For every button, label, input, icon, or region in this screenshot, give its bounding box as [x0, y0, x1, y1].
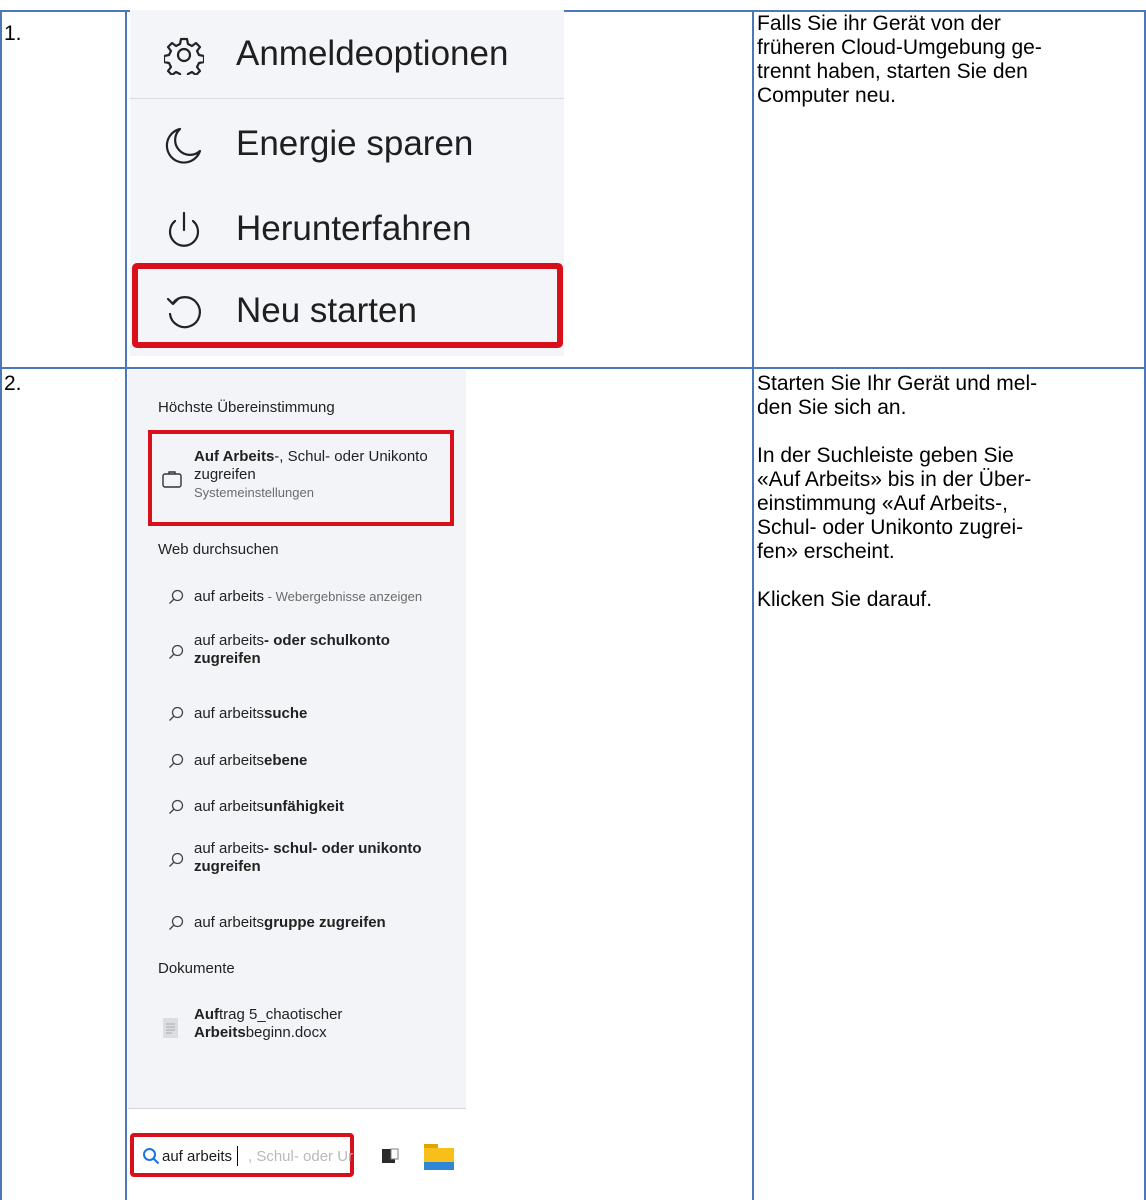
- table-border-left: [0, 10, 2, 1200]
- power-menu-label: Energie sparen: [236, 124, 474, 163]
- power-menu-label: Herunterfahren: [236, 209, 472, 248]
- web-result-suffix: - Webergebnisse anzeigen: [264, 589, 423, 604]
- best-match-highlight-box: [148, 430, 454, 526]
- document-name-rest: beginn.docx: [245, 1024, 327, 1041]
- web-result-text: auf arbeits: [194, 705, 265, 722]
- search-icon: [169, 589, 184, 604]
- web-result-line2: zugreifen: [194, 858, 261, 875]
- power-menu-item-sleep[interactable]: Energie sparen: [130, 105, 564, 185]
- step-2-instruction: Starten Sie Ihr Gerät und mel- den Sie s…: [757, 372, 1143, 612]
- best-match-heading: Höchste Übereinstimmung: [158, 399, 335, 416]
- instruction-line: trennt haben, starten Sie den: [757, 60, 1028, 83]
- search-icon: [169, 644, 184, 659]
- search-results-screenshot: Höchste Übereinstimmung Auf Arbeits-, Sc…: [128, 370, 466, 1200]
- power-menu-screenshot: Anmeldeoptionen Energie sparen Herunterf…: [130, 10, 564, 356]
- moon-icon: [165, 127, 202, 164]
- search-icon: [169, 706, 184, 721]
- web-result-text: auf arbeits: [194, 914, 265, 931]
- instruction-line: Klicken Sie darauf.: [757, 588, 933, 611]
- search-icon: [169, 915, 184, 930]
- file-explorer-icon[interactable]: [422, 1140, 456, 1172]
- document-name-bold: Arbeits: [194, 1024, 246, 1041]
- document-name-rest: trag 5_chaotischer: [219, 1006, 343, 1023]
- power-menu-item-shutdown[interactable]: Herunterfahren: [130, 190, 564, 270]
- restart-highlight-box: [132, 263, 563, 348]
- search-typed-text: auf arbeits: [162, 1148, 233, 1165]
- step-number-1: 1.: [4, 22, 22, 45]
- instruction-line: In der Suchleiste geben Sie: [757, 444, 1014, 467]
- web-result-bold: suche: [264, 705, 308, 722]
- web-result-line2: zugreifen: [194, 650, 261, 667]
- web-result-text: auf arbeits: [194, 798, 265, 815]
- power-menu-label: Anmeldeoptionen: [236, 34, 509, 73]
- instruction-line: Schul- oder Unikonto zugrei-: [757, 516, 1024, 539]
- web-result-bold: unfähigkeit: [264, 798, 345, 815]
- power-icon: [168, 211, 200, 247]
- document-name-bold: Auf: [194, 1006, 219, 1023]
- web-result-text: auf arbeits: [194, 752, 265, 769]
- instruction-line: «Auf Arbeits» bis in der Über-: [757, 468, 1032, 491]
- search-icon: [169, 753, 184, 768]
- search-icon: [169, 852, 184, 867]
- instruction-line: Computer neu.: [757, 84, 896, 107]
- instruction-line: einstimmung «Auf Arbeits-,: [757, 492, 1008, 515]
- taskview-icon[interactable]: [380, 1146, 400, 1166]
- instruction-line: den Sie sich an.: [757, 396, 907, 419]
- instruction-line: Falls Sie ihr Gerät von der: [757, 12, 1001, 35]
- search-icon: [143, 1148, 160, 1165]
- documents-heading: Dokumente: [158, 960, 235, 977]
- gear-icon: [164, 37, 204, 75]
- web-result-bold: - schul- oder unikonto: [264, 840, 422, 857]
- instruction-line: früheren Cloud-Umgebung ge-: [757, 36, 1042, 59]
- step-1-instruction: Falls Sie ihr Gerät von der früheren Clo…: [757, 12, 1143, 108]
- taskbar-divider: [128, 1108, 466, 1109]
- web-result-bold: - oder schulkonto: [264, 632, 390, 649]
- search-autocomplete-ghost: , Schul- oder Ur: [248, 1148, 354, 1165]
- instruction-line: Starten Sie Ihr Gerät und mel-: [757, 372, 1038, 395]
- table-border-col1: [125, 10, 127, 1200]
- web-result-text: auf arbeits: [194, 632, 265, 649]
- table-border-middle: [0, 367, 1146, 369]
- table-border-col2: [752, 10, 754, 1200]
- power-menu-item-sign-in-options[interactable]: Anmeldeoptionen: [130, 15, 564, 95]
- web-search-heading: Web durchsuchen: [158, 541, 279, 558]
- search-icon: [169, 799, 184, 814]
- menu-divider: [130, 98, 564, 99]
- instruction-line: fen» erscheint.: [757, 540, 895, 563]
- text-cursor: [237, 1146, 238, 1166]
- step-number-2: 2.: [4, 372, 22, 395]
- document-icon: [163, 1018, 178, 1038]
- web-result-bold: ebene: [264, 752, 308, 769]
- web-result-text: auf arbeits: [194, 840, 265, 857]
- taskbar-search-input[interactable]: auf arbeits , Schul- oder Ur: [130, 1133, 354, 1177]
- web-result-bold: gruppe zugreifen: [264, 914, 386, 931]
- web-result-text: auf arbeits: [194, 588, 265, 605]
- document-result[interactable]: Auftrag 5_chaotischer Arbeitsbeginn.docx: [158, 1006, 458, 1046]
